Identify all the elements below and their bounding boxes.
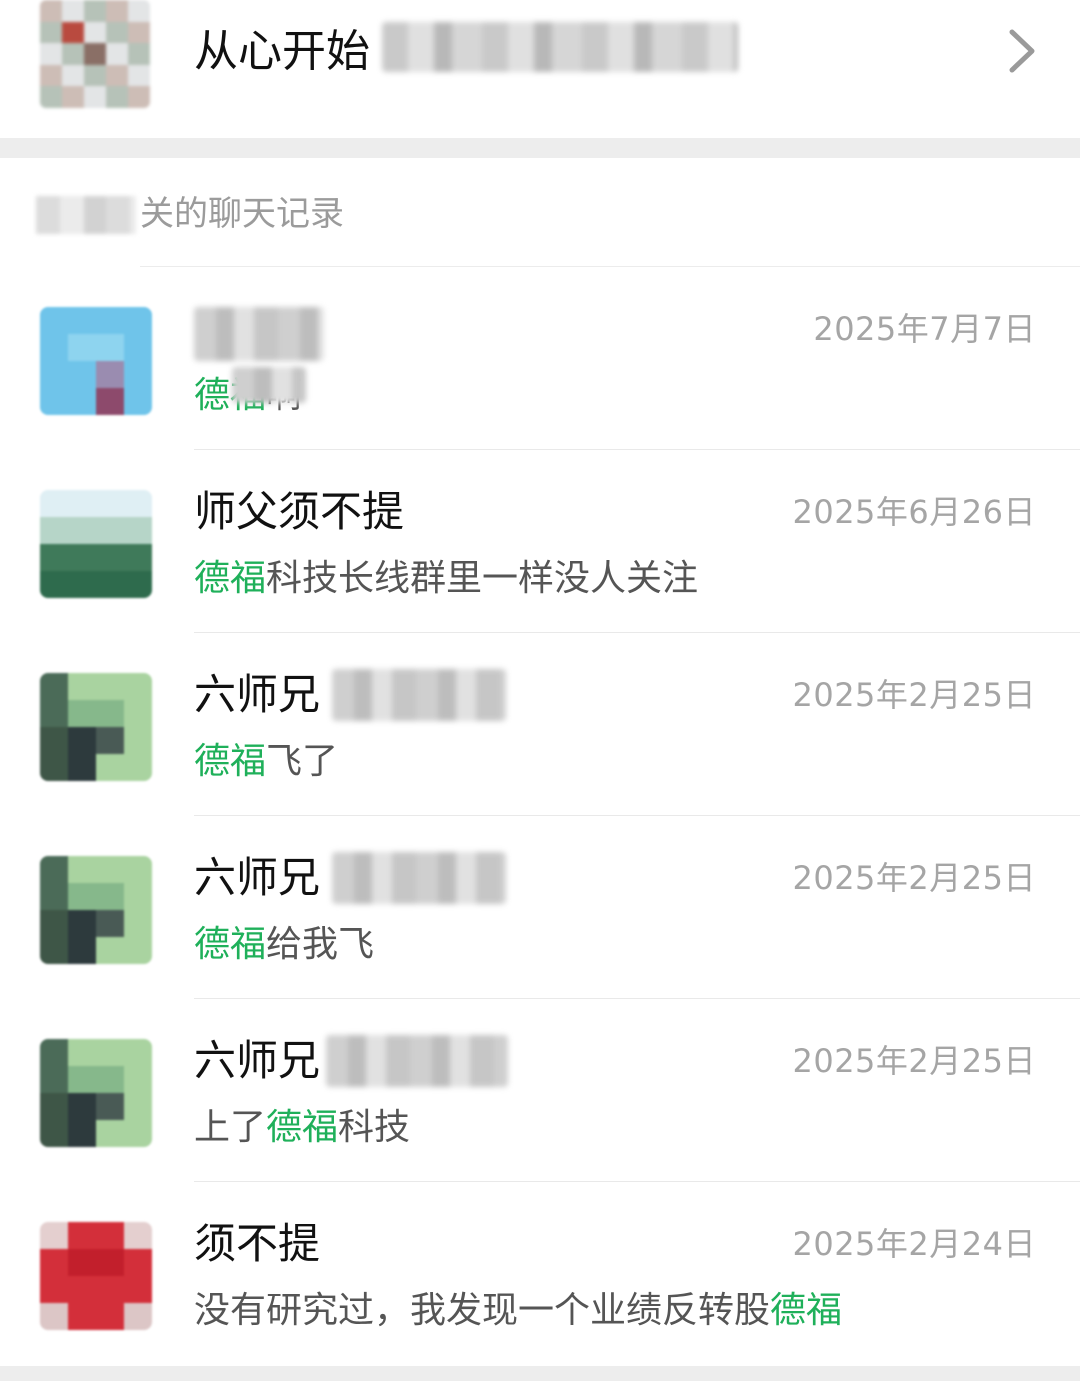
record-date: 2025年7月7日 [813, 310, 1036, 348]
record-message: 德福飞了 [194, 737, 338, 787]
chat-record[interactable]: 六师兄 2025年2月25日 德福飞了 [0, 633, 1080, 816]
message-text: 科技长线群里一样没人关注 [266, 558, 699, 599]
keyword-highlight: 德福 [194, 558, 267, 599]
record-name: 师父须不提 [194, 487, 405, 536]
record-name: 须不提 [194, 1219, 321, 1268]
chat-record[interactable]: 六师兄 2025年2月25日 上了德福科技 [0, 999, 1080, 1182]
record-message: 上了德福科技 [194, 1103, 410, 1153]
section-gap [0, 138, 1080, 158]
redacted-text [36, 196, 136, 234]
record-date: 2025年2月25日 [792, 1042, 1036, 1080]
record-date: 2025年2月25日 [792, 859, 1036, 897]
chat-record[interactable]: 师父须不提 2025年6月26日 德福科技长线群里一样没人关注 [0, 450, 1080, 633]
avatar [40, 490, 152, 598]
chevron-right-icon[interactable] [1000, 26, 1044, 76]
record-name: 六师兄 [194, 853, 321, 902]
redacted-text [382, 22, 738, 72]
record-date: 2025年6月26日 [792, 493, 1036, 531]
record-date: 2025年2月24日 [792, 1225, 1036, 1263]
keyword-highlight: 德福 [194, 924, 267, 965]
section-gap [0, 1366, 1080, 1381]
message-text: 没有研究过，我发现一个业绩反转股 [194, 1290, 771, 1331]
keyword-highlight: 德福 [266, 1107, 339, 1148]
group-avatar [40, 0, 150, 108]
redacted-text [332, 852, 506, 904]
record-name: 六师兄 [194, 1036, 321, 1085]
record-name: 六师兄 [194, 670, 321, 719]
avatar [40, 673, 152, 781]
record-message: 没有研究过，我发现一个业绩反转股德福 [194, 1286, 842, 1336]
chat-record[interactable]: 2025年7月7日 德福啊 [0, 267, 1080, 450]
avatar [40, 1039, 152, 1147]
redacted-text [232, 367, 306, 403]
record-message: 德福给我飞 [194, 920, 374, 970]
redacted-text [332, 669, 506, 721]
keyword-highlight: 德福 [770, 1290, 843, 1331]
message-text: 科技 [338, 1107, 411, 1148]
message-text: 飞了 [266, 741, 339, 782]
chat-record[interactable]: 须不提 2025年2月24日 没有研究过，我发现一个业绩反转股德福 [0, 1182, 1080, 1365]
chat-record[interactable]: 六师兄 2025年2月25日 德福给我飞 [0, 816, 1080, 999]
message-text: 给我飞 [266, 924, 375, 965]
redacted-text [326, 1035, 508, 1087]
avatar [40, 307, 152, 415]
redacted-text [194, 307, 324, 361]
record-message: 德福科技长线群里一样没人关注 [194, 554, 698, 604]
section-label: 关的聊天记录 [140, 194, 344, 234]
record-date: 2025年2月25日 [792, 676, 1036, 714]
group-entry[interactable]: 从心开始 [0, 0, 1080, 138]
avatar [40, 856, 152, 964]
keyword-highlight: 德福 [194, 741, 267, 782]
message-text: 上了 [194, 1107, 267, 1148]
avatar [40, 1222, 152, 1330]
group-title: 从心开始 [194, 26, 370, 77]
